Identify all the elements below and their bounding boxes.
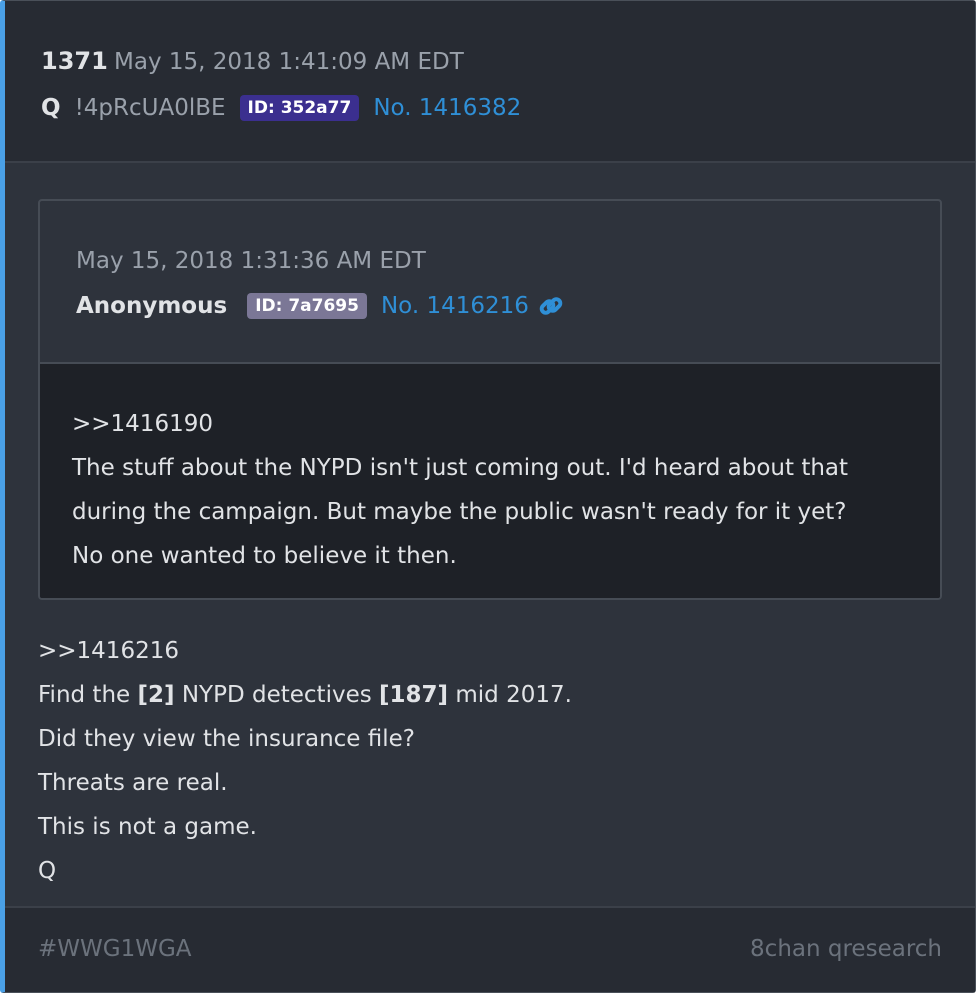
post-tripcode: !4pRcUA0lBE bbox=[74, 95, 226, 121]
quoted-id-badge: ID: 7a7695 bbox=[247, 293, 367, 319]
body-line: Did they view the insurance file? bbox=[38, 726, 416, 752]
quoted-post-body: >>1416190 The stuff about the NYPD isn't… bbox=[40, 364, 940, 598]
quoted-post: May 15, 2018 1:31:36 AM EDT Anonymous ID… bbox=[38, 199, 942, 600]
quoted-post-link[interactable]: No. 1416216 bbox=[381, 293, 529, 319]
post-body: >>1416216 Find the [2] NYPD detectives [… bbox=[38, 629, 938, 893]
quoted-line: The stuff about the NYPD isn't just comi… bbox=[72, 455, 849, 481]
hashtag: #WWG1WGA bbox=[38, 936, 192, 962]
quoted-post-date: May 15, 2018 1:31:36 AM EDT bbox=[76, 248, 426, 274]
quoted-author: Anonymous bbox=[76, 293, 228, 319]
post-number: 1371 bbox=[41, 47, 108, 75]
post-date: May 15, 2018 1:41:09 AM EDT bbox=[114, 49, 464, 75]
body-line: Threats are real. bbox=[38, 770, 228, 796]
link-icon[interactable] bbox=[537, 292, 565, 320]
body-text: mid 2017. bbox=[448, 682, 572, 708]
quoted-line: No one wanted to believe it then. bbox=[72, 543, 457, 569]
quoted-author-row: Anonymous ID: 7a7695 No. 1416216 bbox=[76, 289, 565, 323]
body-text: NYPD detectives bbox=[174, 682, 380, 708]
source-label: 8chan qresearch bbox=[750, 936, 942, 962]
post-header: 1371 May 15, 2018 1:41:09 AM EDT Q !4pRc… bbox=[5, 1, 975, 163]
body-line: Find the [2] NYPD detectives [187] mid 2… bbox=[38, 673, 938, 717]
q-drop-card: 1371 May 15, 2018 1:41:09 AM EDT Q !4pRc… bbox=[0, 0, 976, 993]
post-id-badge: ID: 352a77 bbox=[239, 95, 360, 121]
post-author-row: Q !4pRcUA0lBE ID: 352a77 No. 1416382 bbox=[41, 91, 521, 125]
body-line: This is not a game. bbox=[38, 814, 257, 840]
quoted-line: >>1416190 bbox=[72, 411, 213, 437]
post-author: Q bbox=[41, 95, 61, 121]
quoted-line: during the campaign. But maybe the publi… bbox=[72, 499, 847, 525]
quoted-post-header: May 15, 2018 1:31:36 AM EDT Anonymous ID… bbox=[40, 201, 940, 364]
body-text: Find the bbox=[38, 682, 138, 708]
body-bold-text: [187] bbox=[379, 682, 449, 708]
body-bold-text: [2] bbox=[137, 682, 175, 708]
post-number-link[interactable]: No. 1416382 bbox=[373, 95, 521, 121]
reply-reference: >>1416216 bbox=[38, 638, 179, 664]
body-signature: Q bbox=[38, 858, 57, 884]
post-footer: #WWG1WGA 8chan qresearch bbox=[5, 906, 975, 992]
